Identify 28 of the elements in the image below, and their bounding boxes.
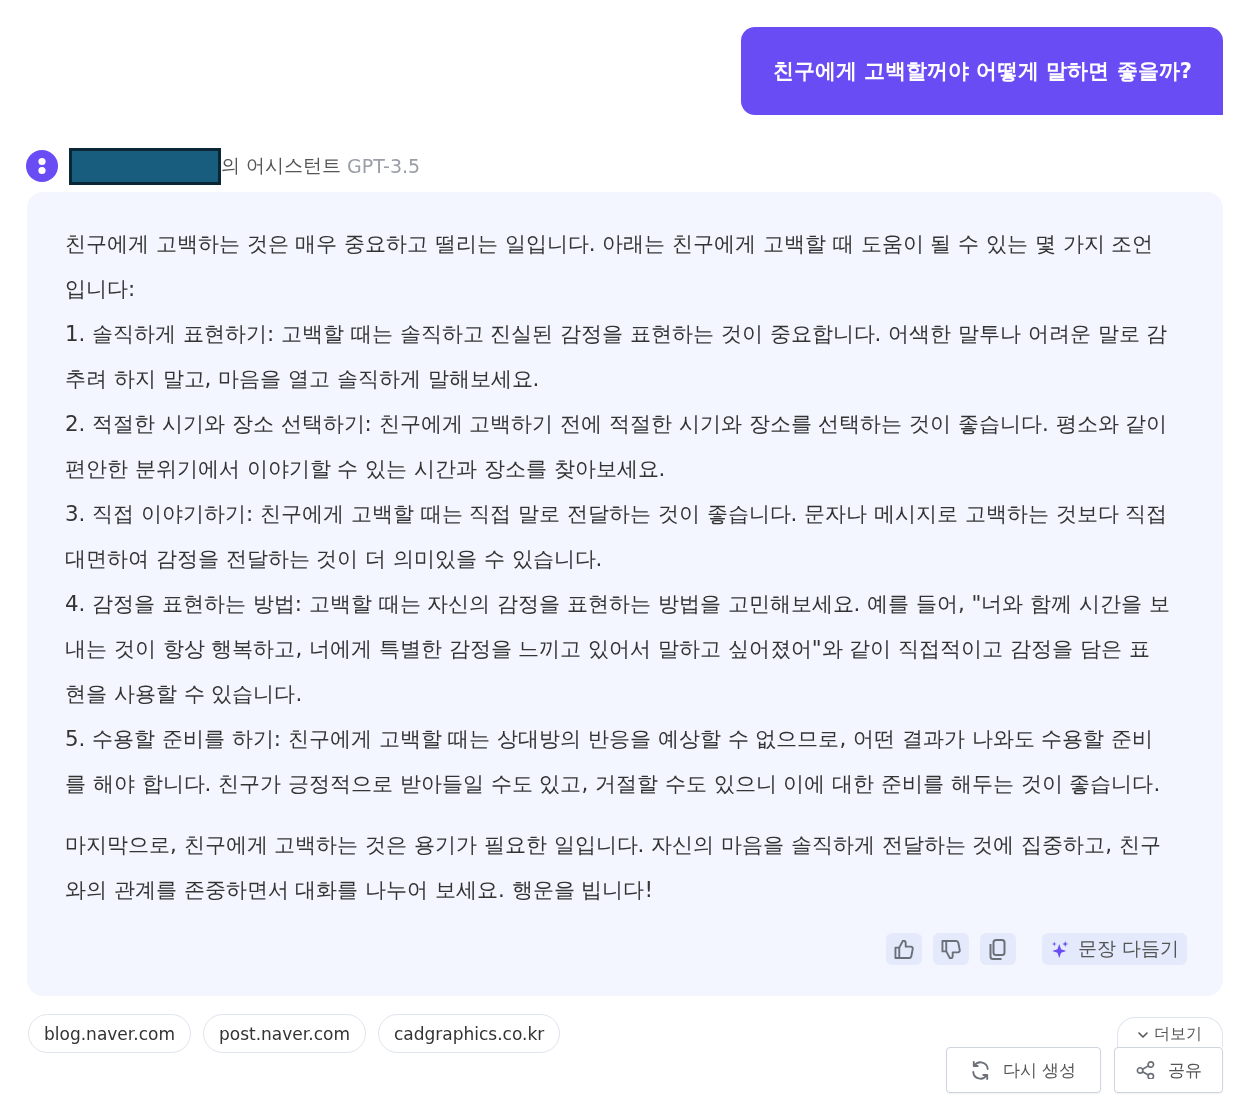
thumbs-up-icon xyxy=(893,939,914,959)
response-text: 마지막으로, 친구에게 고백하는 것은 용기가 필요한 일입니다. 자신의 마음을 솔직하게 전달하는 것에 집중하고, 친구와의 관계를 존중하면서 대화를 나누어 보세요. 행운을 빕니다! xyxy=(65,831,1162,904)
assistant-label: 의 어시스턴트 xyxy=(221,153,342,178)
source-chip[interactable]: blog.naver.com xyxy=(28,1014,191,1053)
refine-button[interactable]: 문장 다듬기 xyxy=(1041,933,1187,965)
source-chip[interactable]: cadgraphics.co.kr xyxy=(377,1014,561,1053)
user-message: 친구에게 고백할꺼야 어떻게 말하면 좋을까? xyxy=(740,27,1223,115)
source-chip[interactable]: post.naver.com xyxy=(202,1014,366,1053)
response-text: 친구에게 고백하는 것은 매우 중요하고 떨리는 일입니다. 아래는 친구에게 고백할 때 도움이 될 수 있는 몇 가지 조언입니다: xyxy=(65,230,1155,303)
response-text: 5. 수용할 준비를 하기: 친구에게 고백할 때는 상대방의 반응을 예상할 수 없으므로, 어떤 결과가 나와도 수용할 준비를 해야 합니다. 친구가 긍정적으로 받아들일 수도 있고, 거절할 수도 있으니 이에 대한 준비를 해두는 것이 좋습니다. xyxy=(65,725,1162,798)
share-icon xyxy=(1135,1061,1155,1079)
regenerate-button[interactable]: 다시 생성 xyxy=(946,1047,1101,1093)
share-button[interactable]: 공유 xyxy=(1114,1047,1223,1093)
response-text: 2. 적절한 시기와 장소 선택하기: 친구에게 고백하기 전에 적절한 시기와 장소를 선택하는 것이 좋습니다. 평소와 같이 편안한 분위기에서 이야기할 수 있는 시간과 장소를 찾아보세요. xyxy=(65,410,1169,483)
assistant-avatar-icon xyxy=(26,150,58,182)
dislike-button[interactable] xyxy=(932,933,969,965)
more-button[interactable]: 더보기 xyxy=(1117,1017,1223,1047)
response-text: 1. 솔직하게 표현하기: 고백할 때는 솔직하고 진실된 감정을 표현하는 것이 중요합니다. 어색한 말투나 어려운 말로 감추려 하지 말고, 마음을 열고 솔직하게 말해보세요. xyxy=(65,320,1169,393)
copy-button[interactable] xyxy=(979,933,1016,965)
refresh-icon xyxy=(970,1060,990,1080)
thumbs-down-icon xyxy=(940,939,961,959)
model-name: GPT-3.5 xyxy=(347,155,421,177)
response-text: 3. 직접 이야기하기: 친구에게 고백할 때는 직접 말로 전달하는 것이 좋습니다. 문자나 메시지로 고백하는 것보다 직접 대면하여 감정을 전달하는 것이 더 의미있을 수 있습니다. xyxy=(65,500,1169,573)
response-text: 4. 감정을 표현하는 방법: 고백할 때는 자신의 감정을 표현하는 방법을 고민해보세요. 예를 들어, "너와 함께 시간을 보내는 것이 항상 행복하고, 너에게 특별한 감정을 느끼고 있어서 말하고 싶어졌어"와 같이 직접적이고 감정을 담은 표현을 사용할 수 있습니다. xyxy=(65,590,1170,708)
sparkle-icon xyxy=(1050,940,1069,958)
copy-icon xyxy=(989,938,1007,960)
chevron-down-icon xyxy=(1138,1031,1148,1038)
like-button[interactable] xyxy=(885,933,922,965)
